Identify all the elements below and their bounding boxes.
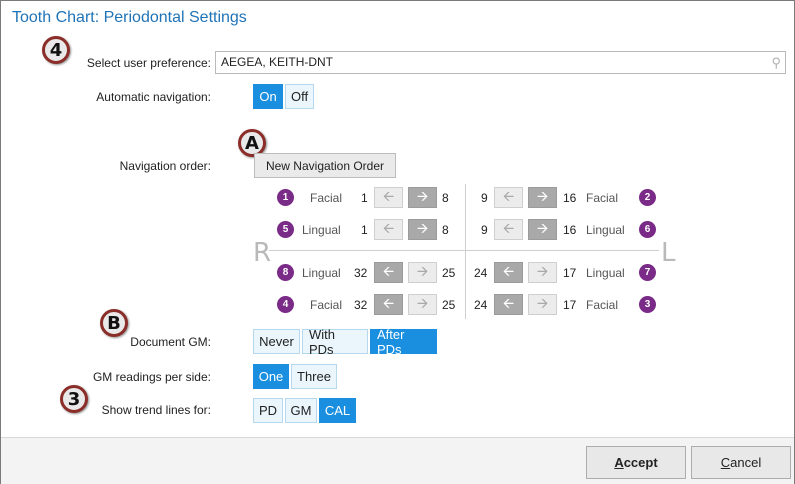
tooth-end: 16 xyxy=(563,223,577,237)
sequence-badge: 5 xyxy=(277,221,294,238)
arrow-right-icon[interactable]: 🡪 xyxy=(408,187,437,208)
auto-nav-off-option[interactable]: Off xyxy=(285,84,314,109)
surface-label: Lingual xyxy=(302,266,341,280)
sequence-badge: 2 xyxy=(639,189,656,206)
tooth-end: 8 xyxy=(442,191,449,205)
tooth-start: 32 xyxy=(354,266,368,280)
arrow-right-icon[interactable]: 🡪 xyxy=(408,294,437,315)
tooth-end: 16 xyxy=(563,191,577,205)
tooth-start: 1 xyxy=(361,223,368,237)
surface-label: Facial xyxy=(586,298,619,312)
tooth-start: 24 xyxy=(474,266,488,280)
document-gm-never-option[interactable]: Never xyxy=(253,329,300,354)
right-side-letter: R xyxy=(253,238,272,268)
arrow-left-icon[interactable]: 🡨 xyxy=(374,219,403,240)
navigation-order-label: Navigation order: xyxy=(119,159,211,173)
user-preference-value: AEGEA, KEITH-DNT xyxy=(221,55,334,69)
quadrant-vertical-divider xyxy=(465,184,466,319)
gm-readings-one-option[interactable]: One xyxy=(253,364,289,389)
sequence-badge: 6 xyxy=(639,221,656,238)
gm-readings-three-option[interactable]: Three xyxy=(291,364,337,389)
automatic-navigation-label: Automatic navigation: xyxy=(96,90,211,104)
trend-pd-option[interactable]: PD xyxy=(253,398,283,423)
arrow-left-icon[interactable]: 🡨 xyxy=(374,262,403,283)
arrow-right-icon[interactable]: 🡪 xyxy=(408,262,437,283)
arrow-left-icon[interactable]: 🡨 xyxy=(494,262,523,283)
arrow-left-icon[interactable]: 🡨 xyxy=(374,187,403,208)
callout-marker-4: 4 xyxy=(42,36,70,64)
arrow-left-icon[interactable]: 🡨 xyxy=(374,294,403,315)
user-preference-input[interactable]: AEGEA, KEITH-DNT ⚲ xyxy=(215,51,786,74)
accept-label-rest: ccept xyxy=(623,455,658,470)
search-icon[interactable]: ⚲ xyxy=(771,55,781,71)
automatic-navigation-toggle: On Off xyxy=(253,84,314,109)
cancel-button-label: Cancel xyxy=(721,455,761,470)
tooth-end: 17 xyxy=(563,266,577,280)
arrow-right-icon[interactable]: 🡪 xyxy=(528,219,557,240)
cancel-button[interactable]: Cancel xyxy=(691,446,791,479)
accept-button-label: Accept xyxy=(614,455,657,470)
sequence-badge: 1 xyxy=(277,189,294,206)
document-gm-label: Document GM: xyxy=(130,335,211,349)
tooth-end: 8 xyxy=(442,223,449,237)
sequence-badge: 8 xyxy=(277,264,294,281)
tooth-start: 24 xyxy=(474,298,488,312)
cancel-hotkey: C xyxy=(720,455,731,470)
tooth-end: 25 xyxy=(442,298,456,312)
new-navigation-order-button[interactable]: New Navigation Order xyxy=(254,153,396,178)
trend-gm-option[interactable]: GM xyxy=(285,398,317,423)
callout-marker-3: 3 xyxy=(60,385,88,413)
document-gm-with-pds-option[interactable]: With PDs xyxy=(302,327,368,357)
periodontal-settings-dialog: Tooth Chart: Periodontal Settings 4 A B … xyxy=(0,0,795,484)
callout-marker-b: B xyxy=(100,309,128,337)
arrow-left-icon[interactable]: 🡨 xyxy=(494,219,523,240)
auto-nav-on-option[interactable]: On xyxy=(253,84,283,109)
document-gm-after-pds-option[interactable]: After PDs xyxy=(370,327,437,357)
surface-label: Lingual xyxy=(586,223,625,237)
tooth-start: 1 xyxy=(361,191,368,205)
arrow-right-icon[interactable]: 🡪 xyxy=(528,187,557,208)
accept-button[interactable]: Accept xyxy=(586,446,686,479)
arrow-left-icon[interactable]: 🡨 xyxy=(494,294,523,315)
gm-readings-toggle: One Three xyxy=(253,364,337,389)
tooth-end: 17 xyxy=(563,298,577,312)
tooth-start: 9 xyxy=(481,191,488,205)
tooth-end: 25 xyxy=(442,266,456,280)
user-preference-label: Select user preference: xyxy=(86,56,211,70)
tooth-start: 9 xyxy=(481,223,488,237)
document-gm-toggle: Never With PDs After PDs xyxy=(253,327,437,357)
quadrant-horizontal-divider xyxy=(269,250,659,251)
arrow-left-icon[interactable]: 🡨 xyxy=(494,187,523,208)
left-side-letter: L xyxy=(661,238,676,268)
dialog-title: Tooth Chart: Periodontal Settings xyxy=(12,9,247,26)
tooth-start: 32 xyxy=(354,298,368,312)
gm-readings-label: GM readings per side: xyxy=(92,370,211,384)
surface-label: Facial xyxy=(310,191,343,205)
trend-cal-option[interactable]: CAL xyxy=(319,398,356,423)
trend-lines-label: Show trend lines for: xyxy=(101,403,211,417)
trend-lines-toggle: PD GM CAL xyxy=(253,398,356,423)
sequence-badge: 3 xyxy=(639,296,656,313)
arrow-right-icon[interactable]: 🡪 xyxy=(528,294,557,315)
surface-label: Facial xyxy=(586,191,619,205)
sequence-badge: 7 xyxy=(639,264,656,281)
cancel-label-rest: ancel xyxy=(730,455,762,470)
surface-label: Lingual xyxy=(302,223,341,237)
arrow-right-icon[interactable]: 🡪 xyxy=(528,262,557,283)
accept-hotkey: A xyxy=(614,455,624,470)
arrow-right-icon[interactable]: 🡪 xyxy=(408,219,437,240)
surface-label: Lingual xyxy=(586,266,625,280)
surface-label: Facial xyxy=(310,298,343,312)
sequence-badge: 4 xyxy=(277,296,294,313)
